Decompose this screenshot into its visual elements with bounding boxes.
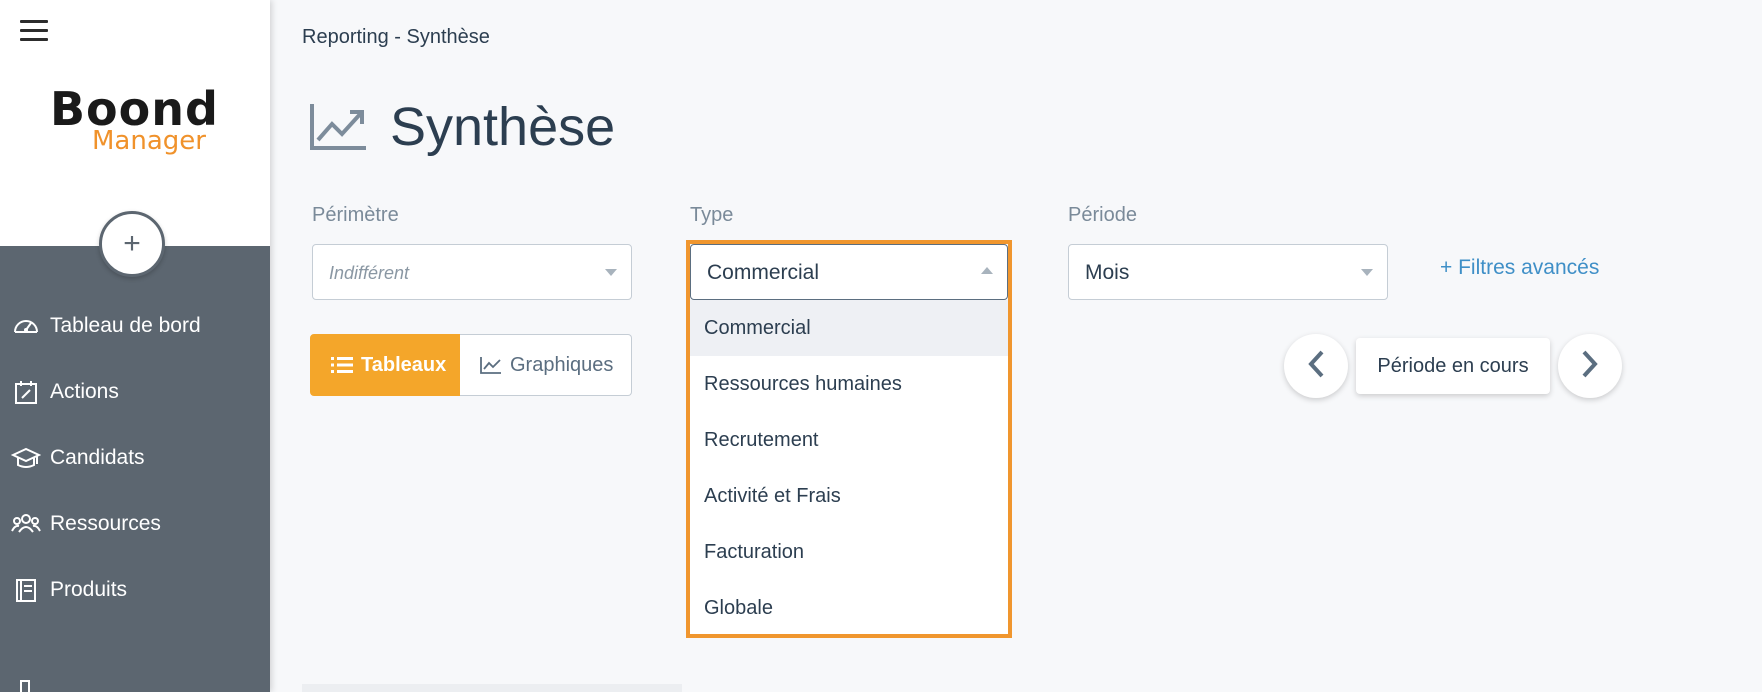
graduation-cap-icon [10, 442, 42, 474]
add-button[interactable]: + [99, 211, 165, 277]
logo: Boond Manager [50, 84, 220, 164]
sidebar-item-label: Candidats [50, 446, 145, 469]
hamburger-menu-icon[interactable] [20, 20, 48, 44]
current-period-button[interactable]: Période en cours [1356, 338, 1550, 394]
tab-tableaux[interactable]: Tableaux [310, 334, 460, 396]
tab-tableaux-label: Tableaux [361, 353, 447, 376]
main-content: Reporting - Synthèse Synthèse Périmètre … [270, 0, 1762, 692]
perimetre-select[interactable]: Indifférent [312, 244, 632, 300]
tab-graphiques-label: Graphiques [510, 353, 614, 376]
sidebar-header: Boond Manager [0, 0, 270, 246]
view-toggle: Tableaux Graphiques [310, 334, 632, 396]
type-label: Type [690, 204, 734, 226]
partial-nav-icon [20, 680, 30, 692]
users-group-icon [10, 508, 42, 540]
highlight-frame [686, 240, 1012, 638]
previous-period-button[interactable] [1284, 334, 1348, 398]
sidebar-item-candidats[interactable]: Candidats [0, 428, 270, 488]
tab-graphiques[interactable]: Graphiques [460, 334, 632, 396]
chevron-right-icon [1581, 349, 1599, 384]
perimetre-label: Périmètre [312, 204, 399, 226]
breadcrumb: Reporting - Synthèse [302, 26, 490, 48]
perimetre-placeholder: Indifférent [329, 263, 410, 283]
periode-value: Mois [1085, 261, 1130, 284]
book-icon [10, 574, 42, 606]
periode-label: Période [1068, 204, 1137, 226]
periode-select[interactable]: Mois [1068, 244, 1388, 300]
sidebar-item-tableau-de-bord[interactable]: Tableau de bord [0, 296, 270, 356]
content-panel-edge [302, 684, 682, 692]
sidebar-item-label: Ressources [50, 512, 161, 535]
sidebar-item-ressources[interactable]: Ressources [0, 494, 270, 554]
logo-secondary: Manager [92, 126, 206, 156]
sidebar-item-actions[interactable]: Actions [0, 362, 270, 422]
chevron-down-icon [1361, 269, 1373, 276]
sidebar-item-label: Produits [50, 578, 128, 601]
next-period-button[interactable] [1558, 334, 1622, 398]
chevron-left-icon [1307, 349, 1325, 384]
trending-chart-icon [308, 102, 368, 154]
plus-icon: + [123, 227, 141, 260]
advanced-filters-link[interactable]: + Filtres avancés [1440, 256, 1599, 280]
chevron-down-icon [605, 269, 617, 276]
list-icon [331, 356, 353, 374]
sidebar-item-label: Tableau de bord [50, 314, 201, 337]
sidebar-item-label: Actions [50, 380, 119, 403]
dashboard-gauge-icon [10, 310, 42, 342]
sidebar-item-produits[interactable]: Produits [0, 560, 270, 620]
sidebar: Boond Manager + Tableau de bord Actions … [0, 0, 270, 692]
line-chart-icon [480, 356, 502, 374]
calendar-edit-icon [10, 376, 42, 408]
page-title: Synthèse [390, 97, 616, 157]
